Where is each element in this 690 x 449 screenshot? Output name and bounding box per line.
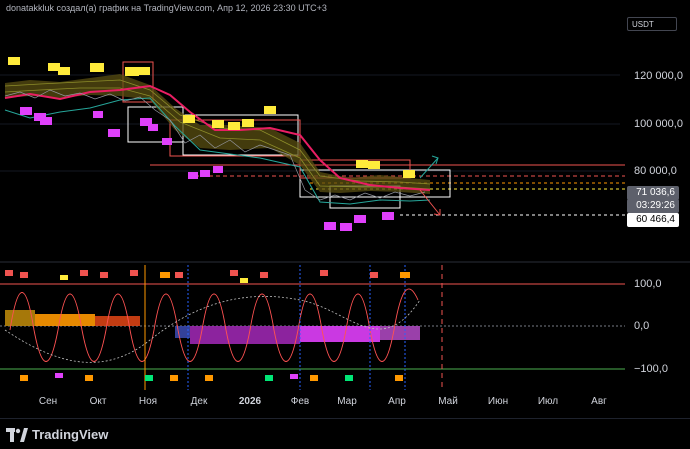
chart-canvas[interactable] <box>0 0 690 448</box>
footer: TradingView <box>0 418 690 449</box>
level-badge: 60 466,4 <box>627 213 679 227</box>
countdown-badge: 03:29:26 <box>627 199 679 213</box>
time-label-oct: Окт <box>89 396 107 407</box>
time-label-nov: Ноя <box>138 396 158 407</box>
time-label-mar: Мар <box>337 396 357 407</box>
currency-selector[interactable]: USDT <box>627 17 677 31</box>
price-label-120k: 120 000,0 <box>634 70 683 82</box>
time-label-sep: Сен <box>38 396 58 407</box>
osc-label-0: 0,0 <box>634 320 650 332</box>
time-label-feb: Фев <box>290 396 310 407</box>
time-label-apr: Апр <box>388 396 406 407</box>
brand-name: TradingView <box>32 427 109 442</box>
chart-attribution: donatakkluk создал(а) график на TradingV… <box>6 3 327 13</box>
time-label-aug: Авг <box>591 396 607 407</box>
tradingview-logo-icon <box>6 427 28 442</box>
last-price-badge: 71 036,6 <box>627 186 679 200</box>
time-label-jul: Июл <box>537 396 559 407</box>
time-label-2026: 2026 <box>238 396 262 407</box>
price-label-100k: 100 000,0 <box>634 118 683 130</box>
osc-label-100: 100,0 <box>634 278 662 290</box>
osc-label-minus-100: −100,0 <box>634 363 668 375</box>
tradingview-logo[interactable]: TradingView <box>6 427 108 442</box>
time-label-may: Май <box>438 396 458 407</box>
price-label-80k: 80 000,0 <box>634 165 677 177</box>
time-label-dec: Дек <box>190 396 208 407</box>
time-label-jun: Июн <box>487 396 509 407</box>
